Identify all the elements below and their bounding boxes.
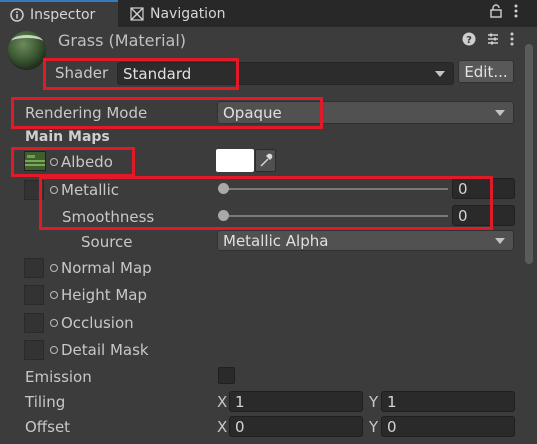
detail-mask-label-group: Detail Mask bbox=[50, 341, 149, 359]
header-icons: ? bbox=[462, 32, 514, 50]
normal-map-slot[interactable] bbox=[24, 258, 44, 278]
rendering-mode-label: Rendering Mode bbox=[25, 104, 148, 122]
detail-mask-slot[interactable] bbox=[24, 340, 44, 360]
context-menu-icon[interactable] bbox=[510, 32, 514, 50]
normal-map-label: Normal Map bbox=[61, 259, 152, 277]
chevron-down-icon bbox=[495, 237, 505, 244]
tab-inspector-label: Inspector bbox=[30, 6, 96, 23]
tab-inspector[interactable]: Inspector bbox=[0, 0, 118, 27]
albedo-texture-slot[interactable] bbox=[24, 151, 46, 171]
chevron-down-icon bbox=[435, 70, 445, 77]
detail-mask-label: Detail Mask bbox=[61, 341, 149, 359]
tiling-x-label: X bbox=[217, 393, 228, 411]
chevron-down-icon bbox=[495, 109, 505, 116]
smoothness-label: Smoothness bbox=[62, 208, 155, 226]
metallic-texture-slot[interactable] bbox=[24, 180, 44, 200]
emission-checkbox[interactable] bbox=[218, 367, 235, 384]
slider-thumb[interactable] bbox=[218, 210, 229, 221]
eyedropper-button[interactable] bbox=[255, 149, 276, 172]
slider-thumb[interactable] bbox=[218, 183, 229, 194]
occlusion-slot[interactable] bbox=[24, 313, 44, 333]
shader-edit-button[interactable]: Edit... bbox=[458, 60, 514, 83]
albedo-label: Albedo bbox=[61, 153, 113, 171]
eyedropper-icon bbox=[256, 153, 275, 175]
emission-label: Emission bbox=[25, 368, 92, 386]
smoothness-slider[interactable] bbox=[218, 208, 448, 224]
presets-icon[interactable] bbox=[486, 32, 500, 50]
more-options-icon[interactable] bbox=[514, 4, 518, 22]
offset-x-label: X bbox=[217, 418, 228, 436]
object-picker-icon[interactable] bbox=[50, 264, 58, 272]
material-preview-icon bbox=[8, 31, 46, 69]
object-picker-icon[interactable] bbox=[50, 158, 58, 166]
offset-label: Offset bbox=[25, 418, 71, 436]
height-map-label: Height Map bbox=[61, 286, 148, 304]
source-label: Source bbox=[81, 233, 133, 251]
navigation-icon bbox=[130, 6, 144, 21]
normal-map-label-group: Normal Map bbox=[50, 259, 152, 277]
albedo-label-group: Albedo bbox=[50, 153, 113, 171]
object-picker-icon[interactable] bbox=[50, 346, 58, 354]
shader-label: Shader bbox=[55, 64, 109, 82]
tab-bar-controls bbox=[490, 4, 518, 22]
occlusion-label: Occlusion bbox=[61, 314, 134, 332]
tab-navigation[interactable]: Navigation bbox=[124, 0, 226, 27]
offset-y-field[interactable]: 0 bbox=[381, 416, 515, 437]
slider-track bbox=[218, 215, 448, 217]
scrollbar-thumb[interactable] bbox=[525, 44, 533, 264]
main-maps-heading: Main Maps bbox=[25, 129, 110, 145]
shader-value: Standard bbox=[123, 64, 192, 83]
metallic-slider[interactable] bbox=[218, 181, 448, 197]
tiling-y-label: Y bbox=[369, 393, 379, 411]
metallic-value-field[interactable]: 0 bbox=[452, 178, 515, 199]
rendering-mode-value: Opaque bbox=[223, 103, 282, 122]
tiling-x-field[interactable]: 1 bbox=[229, 391, 363, 412]
offset-y-label: Y bbox=[369, 418, 379, 436]
tiling-y-field[interactable]: 1 bbox=[381, 391, 515, 412]
albedo-color-swatch[interactable] bbox=[216, 149, 254, 172]
height-map-label-group: Height Map bbox=[50, 286, 147, 304]
offset-x-field[interactable]: 0 bbox=[229, 416, 363, 437]
svg-text:?: ? bbox=[466, 35, 472, 46]
object-picker-icon[interactable] bbox=[50, 186, 58, 194]
source-dropdown[interactable]: Metallic Alpha bbox=[217, 230, 514, 251]
info-icon bbox=[10, 7, 24, 22]
material-title: Grass (Material) bbox=[58, 31, 187, 50]
metallic-label-group: Metallic bbox=[50, 181, 119, 199]
slider-track bbox=[218, 188, 448, 190]
metallic-label: Metallic bbox=[61, 181, 119, 199]
smoothness-value-field[interactable]: 0 bbox=[452, 205, 515, 226]
help-icon[interactable]: ? bbox=[462, 32, 476, 50]
height-map-slot[interactable] bbox=[24, 285, 44, 305]
shader-dropdown[interactable]: Standard bbox=[117, 62, 454, 85]
lock-icon[interactable] bbox=[490, 4, 502, 22]
object-picker-icon[interactable] bbox=[50, 319, 58, 327]
source-value: Metallic Alpha bbox=[223, 231, 329, 250]
occlusion-label-group: Occlusion bbox=[50, 314, 134, 332]
tab-navigation-label: Navigation bbox=[150, 5, 226, 22]
rendering-mode-dropdown[interactable]: Opaque bbox=[217, 101, 514, 124]
object-picker-icon[interactable] bbox=[50, 291, 58, 299]
tiling-label: Tiling bbox=[25, 393, 66, 411]
